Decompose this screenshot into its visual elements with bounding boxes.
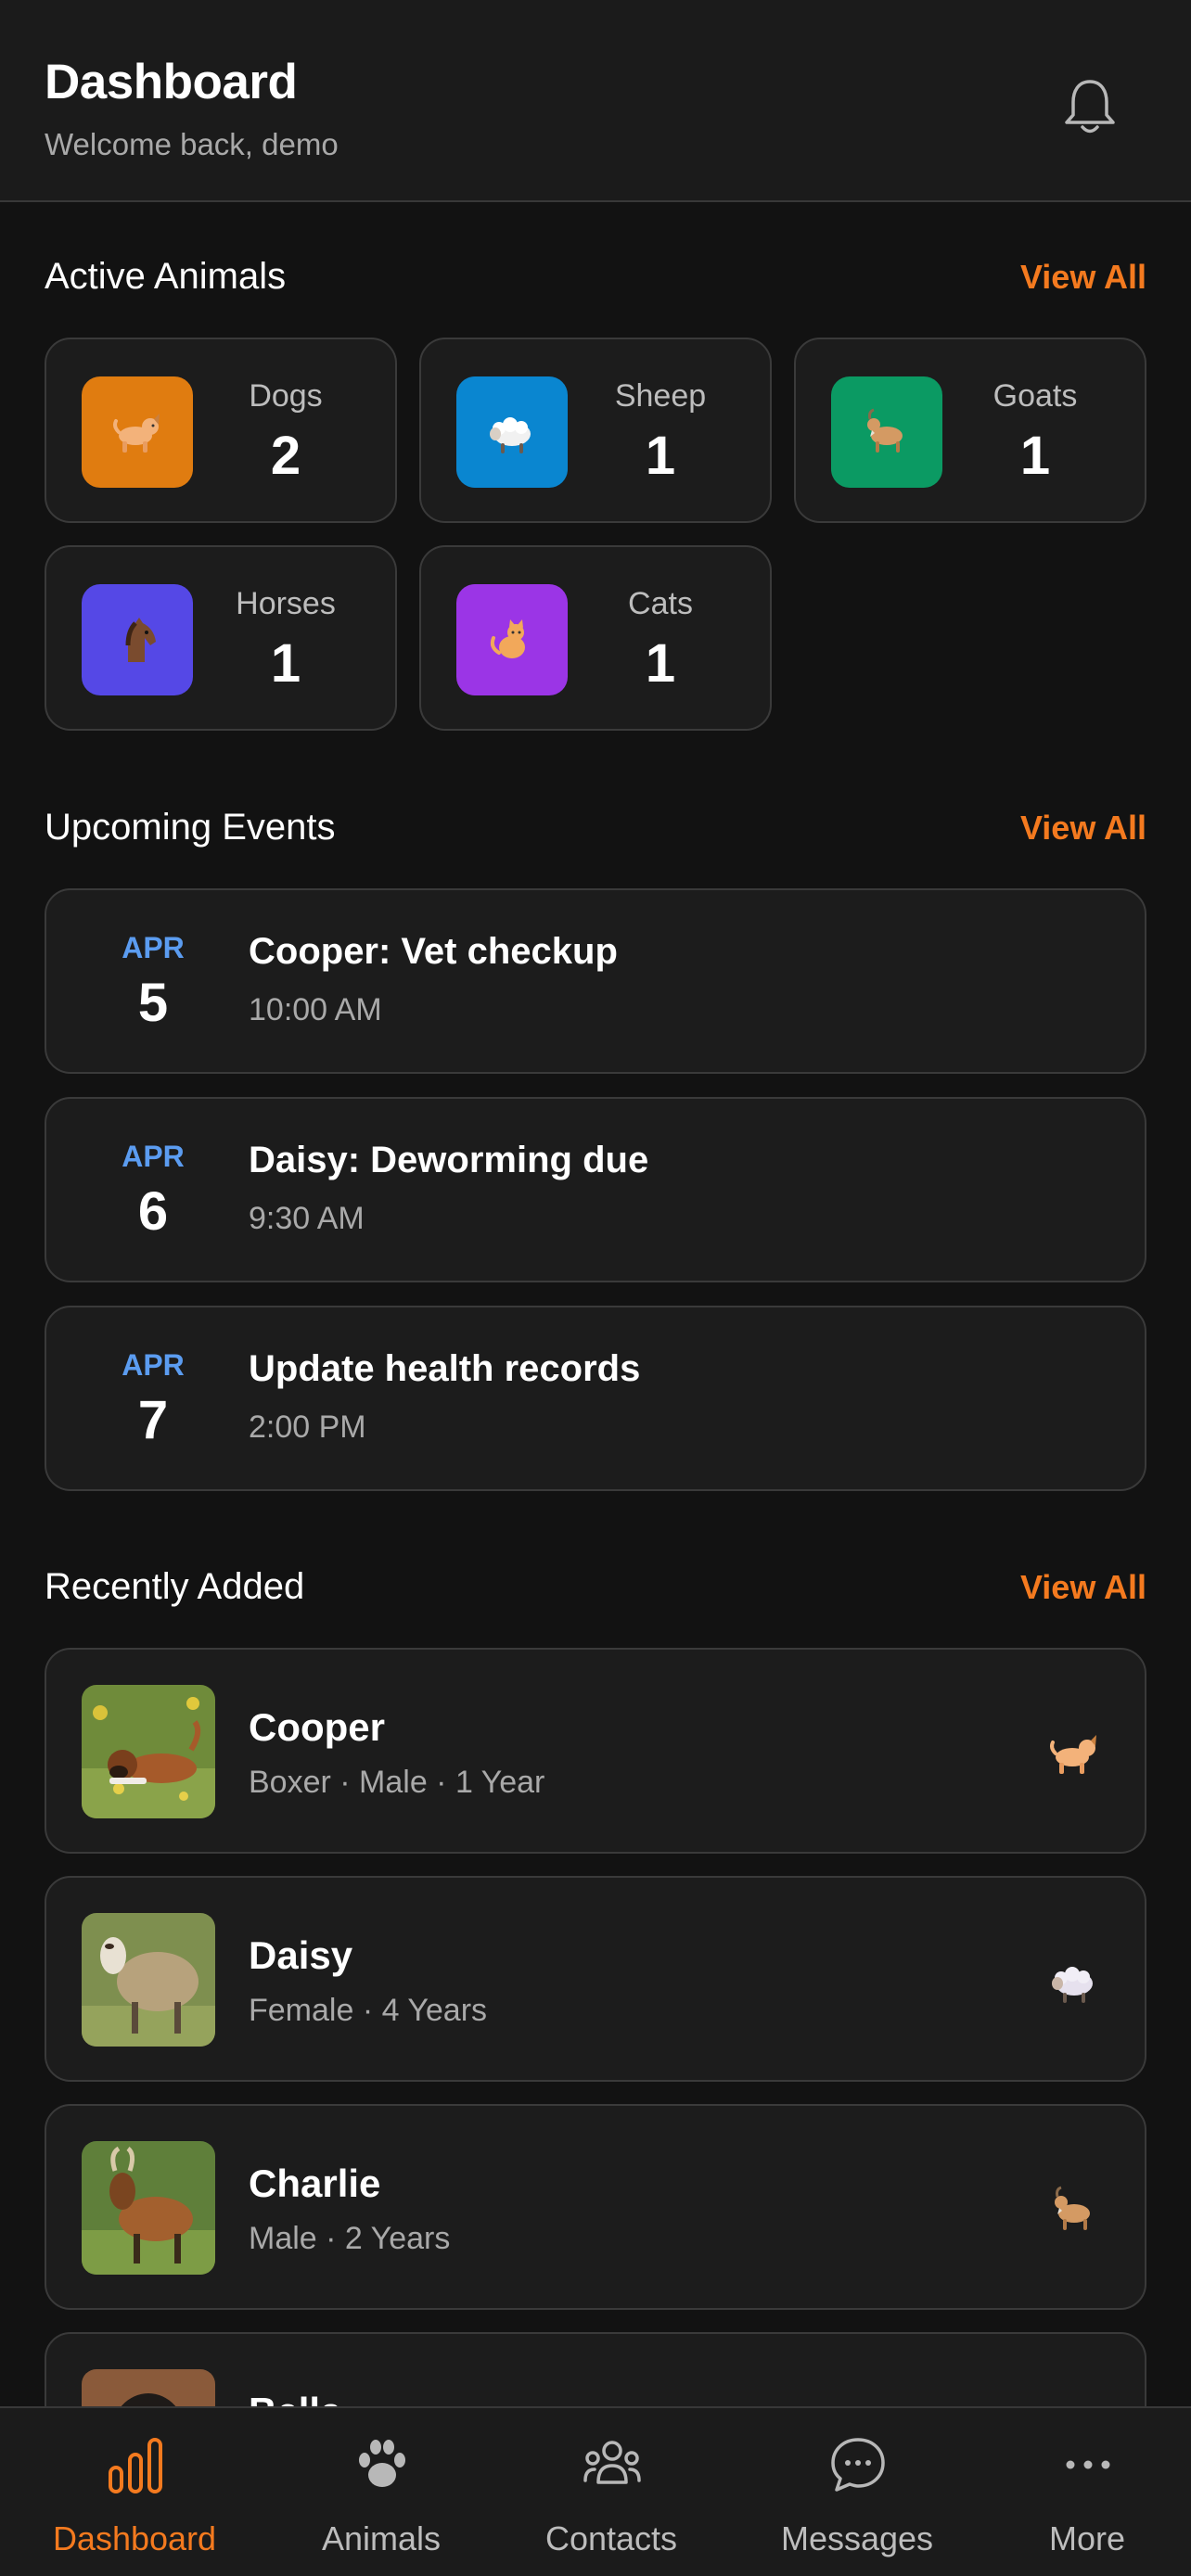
event-card[interactable]: APR 6 Daisy: Deworming due 9:30 AM	[45, 1097, 1146, 1282]
animal-meta: Male · 2 Years	[249, 2221, 451, 2256]
animal-meta: Boxer · Male · 1 Year	[249, 1765, 545, 1800]
bottom-nav: Dashboard Animals Contacts Messages More	[0, 2406, 1191, 2576]
nav-label: Dashboard	[52, 2519, 217, 2557]
section-title: Recently Added	[45, 1566, 305, 1607]
header: Dashboard Welcome back, demo	[0, 0, 1191, 202]
chat-bubble-icon	[831, 2438, 885, 2492]
recently-added-header: Recently Added View All	[45, 1561, 1146, 1616]
event-title: Cooper: Vet checkup	[249, 931, 618, 972]
dashboard-scroll-area[interactable]: Active Animals View All Dogs 2 Sheep 1 G…	[0, 204, 1191, 2406]
category-label: Horses	[236, 586, 336, 621]
animal-photo	[82, 2369, 215, 2406]
nav-label: More	[1048, 2519, 1126, 2557]
nav-more[interactable]: More	[968, 2408, 1191, 2576]
event-time: 9:30 AM	[249, 1201, 365, 1236]
event-title: Daisy: Deworming due	[249, 1140, 649, 1180]
category-label: Dogs	[249, 378, 323, 414]
category-label: Cats	[628, 586, 693, 621]
event-card[interactable]: APR 7 Update health records 2:00 PM	[45, 1306, 1146, 1491]
category-card-sheep[interactable]: Sheep 1	[419, 338, 772, 523]
bar-chart-icon	[109, 2438, 162, 2493]
event-month: APR	[122, 1348, 185, 1382]
nav-contacts[interactable]: Contacts	[493, 2408, 730, 2576]
category-label: Goats	[992, 378, 1078, 414]
view-all-animals-link[interactable]: View All	[1020, 258, 1146, 297]
animal-name: Daisy	[249, 1933, 353, 1977]
section-title: Active Animals	[45, 256, 287, 297]
page-title: Dashboard	[45, 55, 298, 109]
cat-icon	[456, 584, 568, 695]
animal-meta: Female · 4 Years	[249, 1993, 488, 2028]
nav-animals[interactable]: Animals	[263, 2408, 500, 2576]
event-day: 6	[137, 1181, 169, 1242]
category-count: 1	[270, 633, 301, 694]
animal-card[interactable]: Bella	[45, 2332, 1146, 2406]
category-card-cats[interactable]: Cats 1	[419, 545, 772, 731]
nav-label: Animals	[321, 2519, 442, 2557]
category-count: 2	[270, 426, 301, 486]
event-day: 5	[137, 973, 169, 1033]
goat-icon	[1055, 2186, 1090, 2230]
event-card[interactable]: APR 5 Cooper: Vet checkup 10:00 AM	[45, 888, 1146, 1074]
goat-icon	[831, 376, 942, 488]
animal-card[interactable]: Daisy Female · 4 Years	[45, 1876, 1146, 2082]
sheep-icon	[456, 376, 568, 488]
event-title: Update health records	[249, 1348, 641, 1389]
animal-photo	[82, 1913, 215, 2047]
category-card-dogs[interactable]: Dogs 2	[45, 338, 397, 523]
view-all-recent-link[interactable]: View All	[1020, 1568, 1146, 1607]
animal-card[interactable]: Cooper Boxer · Male · 1 Year	[45, 1648, 1146, 1854]
event-time: 2:00 PM	[249, 1409, 366, 1445]
nav-messages[interactable]: Messages	[738, 2408, 976, 2576]
animal-name: Bella	[249, 2390, 341, 2406]
category-card-horses[interactable]: Horses 1	[45, 545, 397, 731]
event-month: APR	[122, 1140, 185, 1173]
nav-label: Messages	[780, 2519, 934, 2557]
animal-photo	[82, 1685, 215, 1818]
welcome-text: Welcome back, demo	[45, 127, 339, 161]
horse-icon	[82, 584, 193, 695]
sheep-icon	[1052, 1967, 1093, 2003]
category-label: Sheep	[614, 378, 707, 414]
event-month: APR	[122, 931, 185, 964]
animal-photo	[82, 2141, 215, 2275]
animal-name: Charlie	[249, 2162, 381, 2205]
section-title: Upcoming Events	[45, 807, 336, 848]
event-day: 7	[137, 1390, 169, 1450]
app-root: Dashboard Welcome back, demo Active Anim…	[0, 0, 1191, 2576]
nav-dashboard[interactable]: Dashboard	[16, 2408, 253, 2576]
category-card-goats[interactable]: Goats 1	[794, 338, 1146, 523]
category-count: 1	[645, 633, 676, 694]
active-animals-header: Active Animals View All	[45, 250, 1146, 306]
category-count: 1	[645, 426, 676, 486]
dog-icon	[82, 376, 193, 488]
upcoming-events-header: Upcoming Events View All	[45, 801, 1146, 857]
category-count: 1	[1019, 426, 1051, 486]
paw-icon	[359, 2440, 405, 2487]
view-all-events-link[interactable]: View All	[1020, 809, 1146, 848]
more-dots-icon	[1066, 2460, 1110, 2469]
event-time: 10:00 AM	[249, 992, 382, 1027]
animal-name: Cooper	[249, 1705, 385, 1749]
group-icon	[583, 2441, 641, 2484]
dog-icon	[1050, 1735, 1096, 1774]
nav-label: Contacts	[544, 2519, 678, 2557]
animal-card[interactable]: Charlie Male · 2 Years	[45, 2104, 1146, 2310]
bell-icon[interactable]	[1057, 74, 1122, 139]
